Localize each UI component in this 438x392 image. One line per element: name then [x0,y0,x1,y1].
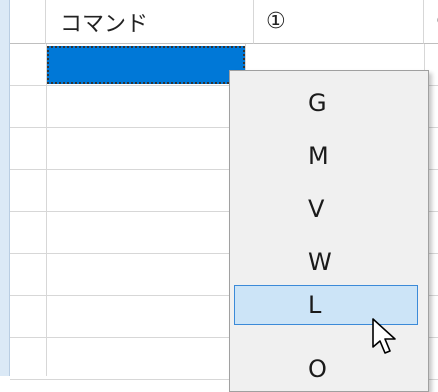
grid-line [46,44,47,376]
selected-command-cell[interactable] [47,46,245,84]
column-header-1[interactable]: ① [254,0,424,44]
column-header-command-label: コマンド [60,11,149,37]
column-header-1-label: ① [266,9,286,34]
mouse-pointer-icon [372,318,396,354]
column-header-2[interactable]: ② [424,0,438,44]
dropdown-option-m[interactable]: M [234,136,418,176]
dropdown-option-v[interactable]: V [234,189,418,229]
row-header-corner [10,0,46,44]
left-panel-strip [0,0,10,376]
dropdown-option-g[interactable]: G [234,83,418,123]
column-header-command[interactable]: コマンド [46,0,254,44]
dropdown-option-w[interactable]: W [234,242,418,282]
